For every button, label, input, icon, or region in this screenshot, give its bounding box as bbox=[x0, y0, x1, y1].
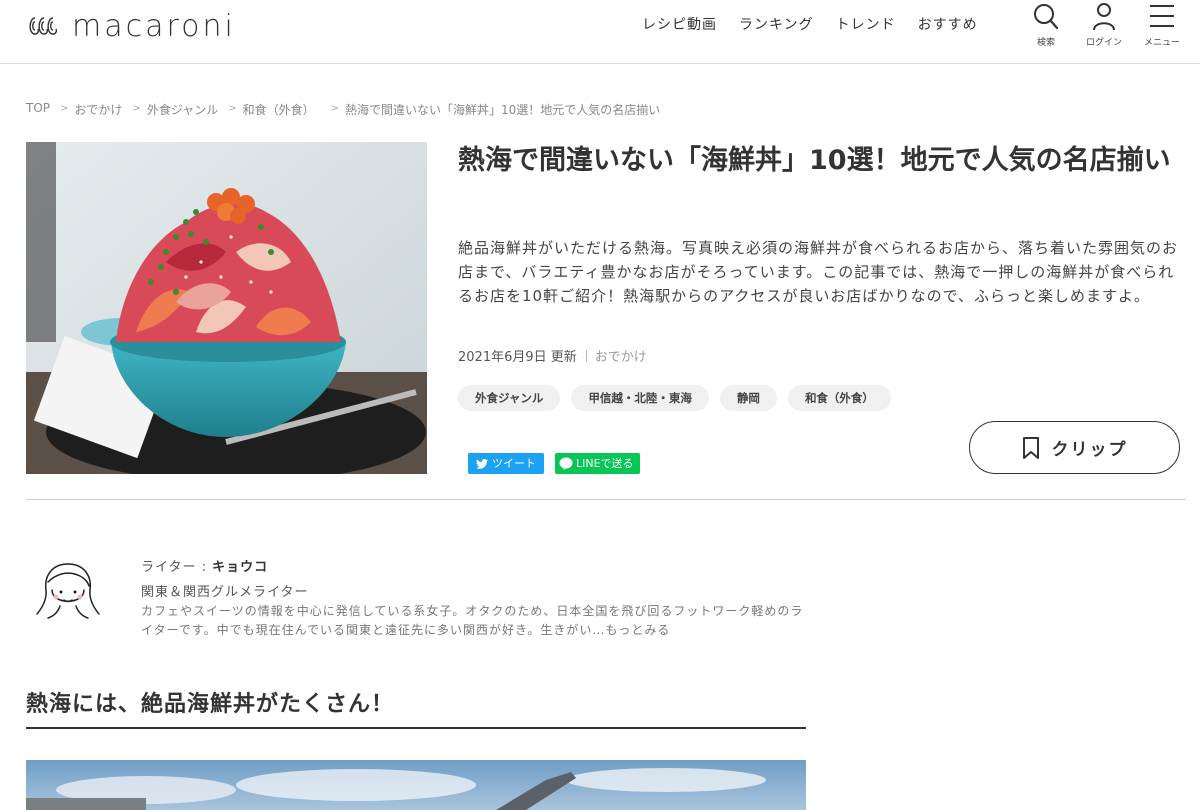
tag-koshinetsu-hokuriku-tokai[interactable]: 甲信越・北陸・東海 bbox=[571, 385, 709, 411]
article-description: 絶品海鮮丼がいただける熱海。写真映え必須の海鮮丼が食べられるお店から、落ち着いた… bbox=[458, 239, 1179, 305]
breadcrumb-dining-genre[interactable]: 外食ジャンル bbox=[147, 101, 218, 118]
menu-label: メニュー bbox=[1143, 38, 1180, 48]
section-image bbox=[26, 760, 806, 810]
main-nav: レシピ動画 ランキング トレンド おすすめ bbox=[642, 14, 1000, 34]
macaroni-logo-icon bbox=[29, 17, 58, 35]
divider bbox=[26, 499, 1186, 500]
clip-button[interactable]: クリップ bbox=[969, 421, 1180, 474]
tag-japanese-food[interactable]: 和食（外食） bbox=[787, 385, 891, 411]
breadcrumb-outing[interactable]: おでかけ bbox=[74, 101, 122, 118]
author-role-label: ライター : bbox=[141, 560, 207, 575]
logo-text: macaroni bbox=[72, 8, 236, 44]
line-label: LINEで送る bbox=[576, 457, 634, 470]
menu-button[interactable]: メニュー bbox=[1132, 2, 1192, 48]
author-bio[interactable]: カフェやスイーツの情報を中心に発信している系女子。オタクのため、日本全国を飛び回… bbox=[141, 602, 811, 640]
tweet-label: ツイート bbox=[492, 457, 536, 470]
tag-dining-genre[interactable]: 外食ジャンル bbox=[458, 385, 561, 411]
breadcrumb-japanese-food[interactable]: 和食（外食） bbox=[243, 101, 315, 118]
meta-divider bbox=[585, 349, 587, 362]
breadcrumb-separator: > bbox=[60, 103, 69, 114]
breadcrumb-current: 熱海で間違いない「海鮮丼」10選！地元で人気の名店揃い bbox=[345, 103, 661, 117]
clip-label: クリップ bbox=[1051, 440, 1128, 460]
user-icon bbox=[1093, 3, 1115, 31]
search-icon bbox=[1034, 4, 1059, 30]
nav-item-recipe-video[interactable]: レシピ動画 bbox=[642, 14, 717, 34]
twitter-bird-icon bbox=[476, 458, 488, 469]
author-name[interactable]: キョウコ bbox=[212, 560, 268, 575]
breadcrumb-top[interactable]: TOP bbox=[26, 101, 50, 118]
logo[interactable]: macaroni bbox=[26, 8, 236, 44]
login-label: ログイン bbox=[1085, 38, 1122, 48]
tag-shizuoka[interactable]: 静岡 bbox=[719, 385, 777, 411]
article-title: 熱海で間違いない「海鮮丼」10選！地元で人気の名店揃い bbox=[458, 145, 1171, 176]
author-avatar[interactable] bbox=[34, 560, 102, 620]
menu-icon bbox=[1150, 5, 1174, 27]
share-buttons: ツイート LINEで送る bbox=[468, 453, 640, 474]
tag-list: 外食ジャンル 甲信越・北陸・東海 静岡 和食（外食） bbox=[458, 385, 902, 411]
breadcrumb-separator: > bbox=[228, 103, 237, 114]
breadcrumb: TOP > おでかけ > 外食ジャンル > 和食（外食） > 熱海で間違いない「… bbox=[26, 101, 660, 118]
line-share-button[interactable]: LINEで送る bbox=[555, 453, 640, 474]
nav-item-ranking[interactable]: ランキング bbox=[739, 14, 814, 34]
site-header: macaroni レシピ動画 ランキング トレンド おすすめ 検索 ログイン メ… bbox=[0, 0, 1200, 64]
nav-item-trend[interactable]: トレンド bbox=[836, 14, 896, 34]
section-underline bbox=[26, 727, 806, 729]
tweet-button[interactable]: ツイート bbox=[468, 453, 544, 474]
search-button[interactable]: 検索 bbox=[1016, 2, 1076, 48]
breadcrumb-separator: > bbox=[132, 103, 141, 114]
line-icon bbox=[559, 457, 573, 470]
search-label: 検索 bbox=[1036, 38, 1055, 48]
bookmark-icon bbox=[1022, 436, 1039, 459]
article-category[interactable]: おでかけ bbox=[595, 346, 647, 365]
section-heading: 熱海には、絶品海鮮丼がたくさん！ bbox=[26, 692, 395, 717]
login-button[interactable]: ログイン bbox=[1074, 2, 1134, 48]
nav-item-recommend[interactable]: おすすめ bbox=[918, 14, 978, 34]
hero-image bbox=[26, 142, 427, 474]
article-meta: 2021年6月9日 更新 おでかけ bbox=[458, 346, 647, 365]
breadcrumb-separator: > bbox=[330, 103, 340, 114]
author-title: 関東＆関西グルメライター bbox=[141, 585, 309, 600]
updated-date: 2021年6月9日 更新 bbox=[458, 350, 577, 365]
author-role: ライター : キョウコ bbox=[141, 556, 268, 575]
